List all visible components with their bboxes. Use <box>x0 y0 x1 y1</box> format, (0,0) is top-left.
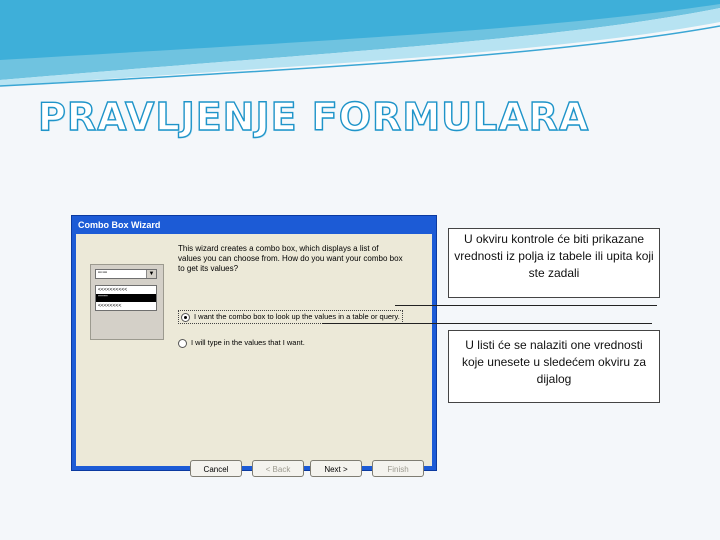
finish-button[interactable]: Finish <box>372 460 424 477</box>
header-wave-decoration <box>0 0 720 87</box>
option-lookup-table[interactable]: I want the combo box to look up the valu… <box>178 310 403 324</box>
combo-box-wizard-window: Combo Box Wizard '''''''' ▼ <<<<<<<<<< '… <box>71 215 437 477</box>
slide-title: PRAVLJENJE FORMULARA <box>37 94 590 139</box>
option-type-values[interactable]: I will type in the values that I want. <box>178 338 305 348</box>
radio-icon[interactable] <box>178 338 187 348</box>
list-item: <<<<<<<< <box>98 303 122 309</box>
option-label: I want the combo box to look up the valu… <box>194 312 400 321</box>
window-title: Combo Box Wizard <box>78 220 161 230</box>
cancel-button[interactable]: Cancel <box>190 460 242 477</box>
preview-combo: '''''''' ▼ <box>95 269 157 279</box>
preview-list: <<<<<<<<<< '''''''''' <<<<<<<< <box>95 285 157 311</box>
callout-box-first: U okviru kontrole će biti prikazane vred… <box>448 228 660 298</box>
wizard-intro-text: This wizard creates a combo box, which d… <box>178 244 403 273</box>
wizard-body: '''''''' ▼ <<<<<<<<<< '''''''''' <<<<<<<… <box>76 234 432 477</box>
preview-combo-text: '''''''' <box>98 272 108 278</box>
radio-selected-icon[interactable] <box>181 312 190 322</box>
callout-connector-line <box>395 305 657 306</box>
next-button[interactable]: Next > <box>310 460 362 477</box>
chevron-down-icon: ▼ <box>146 270 156 278</box>
option-label: I will type in the values that I want. <box>191 338 305 347</box>
list-item: <<<<<<<<<< <box>98 287 128 293</box>
combo-preview: '''''''' ▼ <<<<<<<<<< '''''''''' <<<<<<<… <box>90 264 164 340</box>
list-item: '''''''''' <box>96 294 156 302</box>
callout-connector-line <box>322 323 652 324</box>
callout-box-second: U listi će se nalaziti one vrednosti koj… <box>448 330 660 403</box>
back-button[interactable]: < Back <box>252 460 304 477</box>
